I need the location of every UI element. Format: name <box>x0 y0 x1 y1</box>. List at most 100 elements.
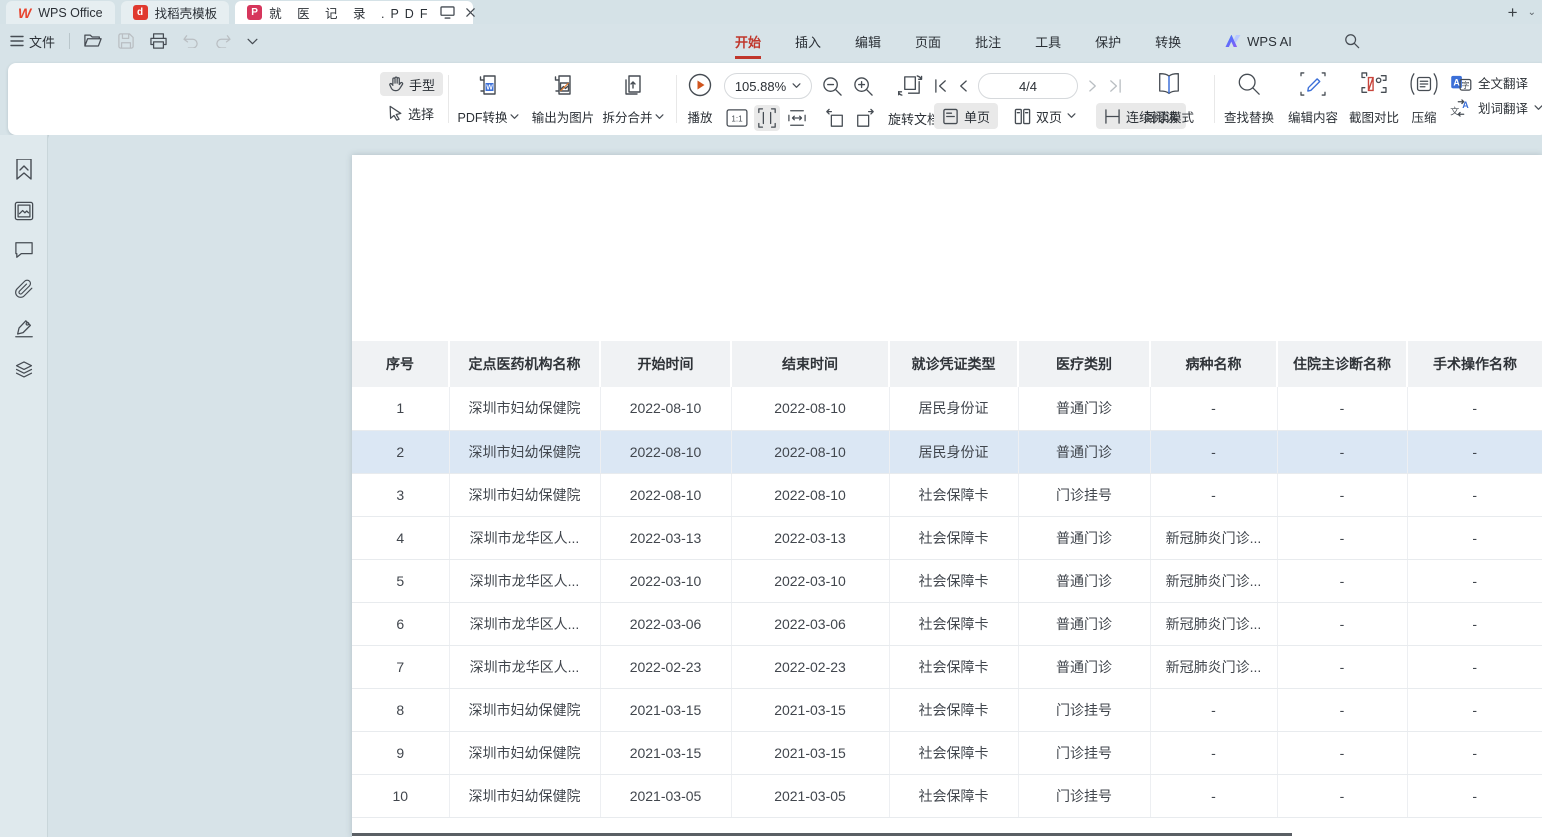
table-cell: - <box>1407 688 1542 731</box>
split-merge-icon <box>621 72 645 98</box>
play-button[interactable]: 播放 <box>674 72 726 126</box>
table-row: 7深圳市龙华区人...2022-02-232022-02-23社会保障卡普通门诊… <box>352 645 1542 688</box>
split-merge-button[interactable]: 拆分合并 <box>594 72 672 126</box>
open-file-icon[interactable] <box>84 33 102 49</box>
table-cell: 2022-03-06 <box>600 602 731 645</box>
menu-tab-insert[interactable]: 插入 <box>795 28 821 55</box>
table-cell: 社会保障卡 <box>889 473 1018 516</box>
new-tab-button[interactable]: + <box>1508 4 1518 21</box>
full-translate-button[interactable]: A字 全文翻译 <box>1450 73 1542 92</box>
split-merge-label: 拆分合并 <box>602 107 652 126</box>
tab-medical-record-pdf[interactable]: P 就 医 记 录 .PDF <box>235 1 473 24</box>
tab-list-chevron-icon[interactable]: ⌄ <box>1528 7 1536 18</box>
last-page-icon[interactable] <box>1108 79 1122 93</box>
read-mode-button[interactable]: 阅读模式 <box>1136 72 1202 126</box>
present-monitor-icon[interactable] <box>440 6 455 19</box>
find-replace-button[interactable]: 查找替换 <box>1216 72 1282 126</box>
signature-pen-icon[interactable] <box>14 319 34 339</box>
continuous-read-icon <box>1104 109 1121 124</box>
zoom-level-select[interactable]: 105.88% <box>724 73 812 99</box>
table-cell: 深圳市妇幼保健院 <box>449 774 600 817</box>
zoom-out-icon[interactable] <box>822 76 843 97</box>
table-cell: - <box>1277 774 1407 817</box>
next-page-icon[interactable] <box>1088 79 1098 93</box>
menu-tab-page[interactable]: 页面 <box>915 28 941 55</box>
edit-content-button[interactable]: 编辑内容 <box>1280 72 1346 126</box>
table-cell: 深圳市龙华区人... <box>449 602 600 645</box>
undo-icon[interactable] <box>183 34 199 48</box>
actual-size-button[interactable]: 1:1 <box>724 105 750 131</box>
table-cell: 2021-03-15 <box>731 731 889 774</box>
comment-icon[interactable] <box>14 241 34 259</box>
rotate-right-button[interactable] <box>852 105 878 131</box>
hand-tool-label: 手型 <box>409 75 435 94</box>
prev-page-icon[interactable] <box>958 79 968 93</box>
table-header-cell: 住院主诊断名称 <box>1277 341 1407 387</box>
table-cell: 深圳市妇幼保健院 <box>449 387 600 430</box>
menu-tab-protect[interactable]: 保护 <box>1095 28 1121 55</box>
table-cell: - <box>1277 430 1407 473</box>
layers-icon[interactable] <box>14 359 34 379</box>
menu-tab-comment[interactable]: 批注 <box>975 28 1001 55</box>
export-image-button[interactable]: 输出为图片 <box>526 72 600 126</box>
table-cell: 新冠肺炎门诊... <box>1150 516 1277 559</box>
select-tool-button[interactable]: 选择 <box>380 101 443 125</box>
table-cell: - <box>1407 774 1542 817</box>
chevron-down-icon <box>1534 105 1542 111</box>
first-page-icon[interactable] <box>934 79 948 93</box>
attachment-icon[interactable] <box>14 279 34 299</box>
tab-wps-office[interactable]: W WPS Office <box>6 1 115 24</box>
table-row: 3深圳市妇幼保健院2022-08-102022-08-10社会保障卡门诊挂号--… <box>352 473 1542 516</box>
table-header-cell: 序号 <box>352 341 449 387</box>
document-canvas[interactable]: 序号定点医药机构名称开始时间结束时间就诊凭证类型医疗类别病种名称住院主诊断名称手… <box>49 135 1542 837</box>
table-cell: 深圳市妇幼保健院 <box>449 731 600 774</box>
pdf-convert-button[interactable]: W PDF转换 <box>446 72 530 126</box>
menu-bar: 文件 开始 插入 编辑 页面 批注 工具 保护 转换 WPS AI <box>0 24 1542 58</box>
table-cell: - <box>1150 731 1277 774</box>
rotate-doc-label[interactable]: 旋转文档 <box>888 109 940 128</box>
single-page-button[interactable]: 单页 <box>934 103 998 129</box>
find-replace-icon <box>1237 72 1261 96</box>
table-header-cell: 病种名称 <box>1150 341 1277 387</box>
tab-label: WPS Office <box>38 6 102 20</box>
word-translate-button[interactable]: 文A 划词翻译 <box>1450 98 1542 117</box>
table-cell: 2022-08-10 <box>731 430 889 473</box>
wps-logo-icon: W <box>18 5 31 21</box>
single-page-label: 单页 <box>964 107 990 126</box>
menu-tab-convert[interactable]: 转换 <box>1155 28 1181 55</box>
save-icon[interactable] <box>118 33 134 49</box>
wps-ai-button[interactable]: WPS AI <box>1225 34 1292 49</box>
undo-history-chevron-icon[interactable] <box>247 38 258 45</box>
bookmark-icon[interactable] <box>14 159 34 181</box>
search-icon[interactable] <box>1344 33 1360 49</box>
rotate-left-button[interactable] <box>822 105 848 131</box>
table-cell: 2 <box>352 430 449 473</box>
svg-text:1:1: 1:1 <box>731 115 743 124</box>
chevron-down-icon <box>792 83 801 89</box>
file-menu-button[interactable]: 文件 <box>10 32 55 51</box>
redo-icon[interactable] <box>215 34 231 48</box>
hand-icon <box>388 76 404 92</box>
page-indicator-value: 4/4 <box>1019 79 1037 94</box>
double-page-button[interactable]: 双页 <box>1006 103 1084 129</box>
table-row: 6深圳市龙华区人...2022-03-062022-03-06社会保障卡普通门诊… <box>352 602 1542 645</box>
thumbnail-icon[interactable] <box>14 201 34 221</box>
page-number-input[interactable]: 4/4 <box>978 73 1078 99</box>
screenshot-compare-button[interactable]: 截图对比 <box>1342 72 1406 126</box>
table-cell: - <box>1150 430 1277 473</box>
word-translate-label: 划词翻译 <box>1478 98 1528 117</box>
compress-button[interactable]: 压缩 <box>1400 72 1448 126</box>
fit-page-button[interactable] <box>754 105 780 131</box>
hand-tool-button[interactable]: 手型 <box>380 72 443 96</box>
table-header-cell: 手术操作名称 <box>1407 341 1542 387</box>
menu-tab-tools[interactable]: 工具 <box>1035 28 1061 55</box>
fit-width-button[interactable] <box>784 105 810 131</box>
menu-tab-home[interactable]: 开始 <box>735 28 761 55</box>
tab-docer-templates[interactable]: d 找稻壳模板 <box>121 1 230 24</box>
close-tab-icon[interactable] <box>465 7 476 18</box>
menu-tab-edit[interactable]: 编辑 <box>855 28 881 55</box>
zoom-in-icon[interactable] <box>853 76 874 97</box>
print-icon[interactable] <box>150 33 167 49</box>
rotate-pages-icon[interactable] <box>898 74 924 98</box>
table-cell: 2022-03-13 <box>731 516 889 559</box>
